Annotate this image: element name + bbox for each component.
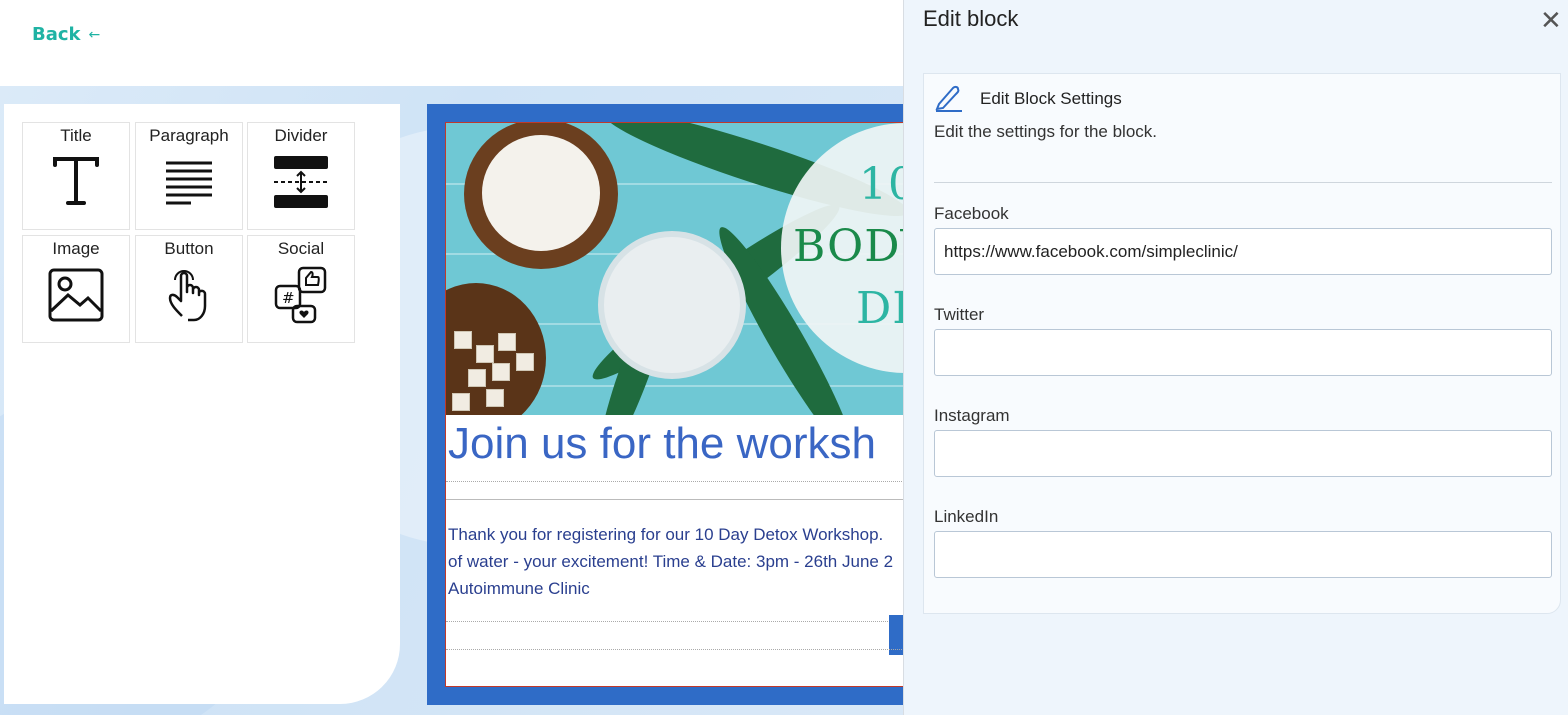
- instagram-url-input[interactable]: [934, 430, 1552, 477]
- paragraph-line: Thank you for registering for our 10 Day…: [448, 525, 884, 544]
- block-tile-social[interactable]: Social #: [247, 235, 355, 343]
- instagram-label: Instagram: [934, 406, 1010, 425]
- image-icon: [46, 265, 106, 325]
- hero-text-line: BODY: [793, 221, 905, 272]
- divider: [934, 182, 1552, 183]
- tile-label: Image: [52, 239, 100, 258]
- facebook-label: Facebook: [934, 204, 1009, 223]
- email-paragraph-block[interactable]: Thank you for registering for our 10 Day…: [448, 521, 905, 602]
- block-tile-divider[interactable]: Divider: [247, 122, 355, 230]
- twitter-label: Twitter: [934, 305, 985, 324]
- pencil-icon: [934, 82, 964, 116]
- back-label: Back: [32, 24, 81, 45]
- tile-label: Divider: [274, 126, 328, 145]
- hero-image[interactable]: 10 BODY DE: [446, 123, 905, 415]
- email-divider-block[interactable]: [446, 499, 905, 500]
- tile-label: Button: [164, 239, 214, 258]
- block-tile-image[interactable]: Image: [22, 235, 130, 343]
- facebook-url-input[interactable]: [934, 228, 1552, 275]
- arrow-left-icon: ←: [88, 26, 101, 43]
- divider-icon: [271, 152, 331, 212]
- tile-label: Social: [277, 239, 325, 258]
- paragraph-line: of water - your excitement! Time & Date:…: [448, 552, 894, 571]
- settings-title: Edit Block Settings: [980, 89, 1122, 108]
- settings-header: Edit Block Settings: [934, 82, 1122, 116]
- button-icon: [159, 265, 219, 325]
- hero-text-line: 10: [859, 159, 905, 210]
- block-tile-button[interactable]: Button: [135, 235, 243, 343]
- back-button[interactable]: Back ←: [32, 24, 100, 45]
- paragraph-icon: [159, 152, 219, 212]
- block-tile-paragraph[interactable]: Paragraph: [135, 122, 243, 230]
- svg-text:#: #: [282, 289, 295, 307]
- title-icon: [46, 152, 106, 212]
- email-preview: 10 BODY DE Join us for the worksh Thank …: [427, 104, 905, 705]
- tile-label: Title: [60, 126, 92, 145]
- block-settings-card: Edit Block Settings Edit the settings fo…: [923, 73, 1561, 614]
- top-bar: Back ←: [0, 0, 903, 86]
- linkedin-label: LinkedIn: [934, 507, 999, 526]
- settings-description: Edit the settings for the block.: [934, 122, 1158, 141]
- email-canvas: 10 BODY DE Join us for the worksh Thank …: [445, 122, 905, 687]
- tile-label: Paragraph: [149, 126, 229, 145]
- close-icon[interactable]: ✕: [1540, 6, 1562, 36]
- linkedin-url-input[interactable]: [934, 531, 1552, 578]
- edit-block-panel: Edit block ✕ Edit Block Settings Edit th…: [903, 0, 1568, 715]
- block-palette: Title Paragraph Divider Image Button Soc…: [4, 104, 400, 704]
- social-icon: #: [271, 265, 331, 325]
- panel-title: Edit block: [923, 6, 1019, 31]
- paragraph-line: Autoimmune Clinic: [448, 579, 590, 598]
- hero-text-line: DE: [856, 283, 905, 334]
- email-heading-block[interactable]: Join us for the worksh: [448, 419, 876, 469]
- twitter-url-input[interactable]: [934, 329, 1552, 376]
- block-tile-title[interactable]: Title: [22, 122, 130, 230]
